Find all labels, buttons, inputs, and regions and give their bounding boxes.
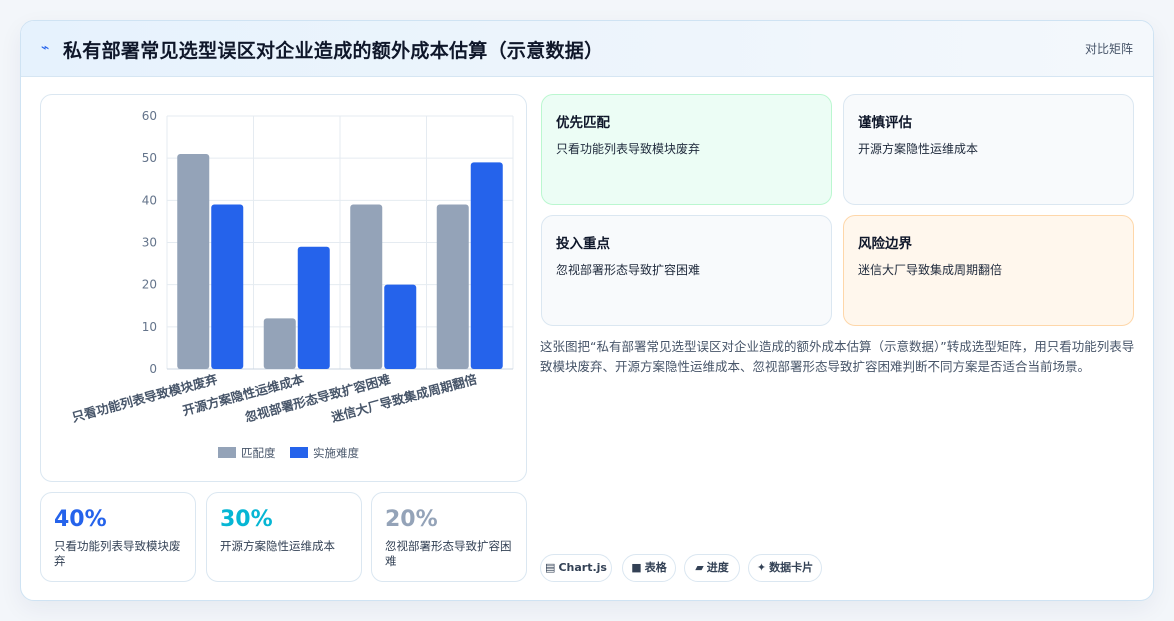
bar-chart: 0 10 20 30 40 50 60 只看功能列表导致模块废弃 开源方案隐性运维成本 忽视部署形…: [40, 94, 527, 482]
pill-chartjs[interactable]: ▤ Chart.js: [540, 554, 612, 582]
sparkle-icon: ✦: [756, 561, 767, 574]
legend-label: 实施难度: [313, 446, 359, 460]
stat-card-2: 30% 开源方案隐性运维成本: [206, 492, 362, 582]
stat-value: 20%: [385, 507, 438, 532]
stat-value: 30%: [220, 507, 273, 532]
quadrant-desc: 开源方案隐性运维成本: [858, 142, 979, 156]
quadrant-priority-match: 优先匹配 只看功能列表导致模块废弃: [541, 94, 832, 205]
bar: [436, 204, 469, 369]
y-tick-label: 0: [149, 362, 157, 376]
quadrant-desc: 迷信大厂导致集成周期翻倍: [858, 263, 1003, 277]
x-tick-label: 只看功能列表导致模块废弃: [70, 371, 219, 424]
stat-label: 只看功能列表导致模块废弃: [54, 539, 181, 568]
page-title: 私有部署常见选型误区对企业造成的额外成本估算（示意数据）: [63, 40, 604, 62]
stat-label: 开源方案隐性运维成本: [220, 539, 335, 553]
pill-data-card[interactable]: ✦ 数据卡片: [748, 554, 822, 582]
pill-label: 表格: [644, 561, 667, 574]
bar: [470, 162, 503, 369]
quadrant-title: 优先匹配: [556, 115, 610, 131]
header-tag: 对比矩阵: [1084, 42, 1133, 56]
pill-label: Chart.js: [558, 561, 607, 574]
matrix-card: ⌁ 私有部署常见选型误区对企业造成的额外成本估算（示意数据） 对比矩阵 0 10 2…: [20, 20, 1154, 601]
card-header: ⌁ 私有部署常见选型误区对企业造成的额外成本估算（示意数据） 对比矩阵: [21, 21, 1153, 77]
bar: [384, 284, 417, 369]
quadrant-desc: 忽视部署形态导致扩容困难: [556, 263, 701, 277]
x-tick-label: 忽视部署形态导致扩容困难: [243, 371, 392, 424]
stat-card-1: 40% 只看功能列表导致模块废弃: [40, 492, 196, 582]
legend-label: 匹配度: [241, 446, 276, 460]
stat-value: 40%: [54, 507, 107, 532]
quadrant-careful-eval: 谨慎评估 开源方案隐性运维成本: [843, 94, 1134, 205]
quadrant-title: 投入重点: [556, 236, 610, 252]
bar: [350, 204, 383, 369]
y-tick-label: 50: [142, 151, 157, 165]
stat-card-3: 20% 忽视部署形态导致扩容困难: [371, 492, 527, 582]
chart-icon: ▤: [545, 561, 556, 574]
lightning-icon: ⌁: [41, 40, 50, 56]
stat-label: 忽视部署形态导致扩容困难: [385, 539, 512, 568]
bar: [297, 246, 330, 369]
bar: [263, 318, 296, 369]
pill-table[interactable]: ■ 表格: [622, 554, 676, 582]
quadrant-risk-boundary: 风险边界 迷信大厂导致集成周期翻倍: [843, 215, 1134, 326]
legend-swatch: [218, 447, 236, 458]
quadrant-desc: 只看功能列表导致模块废弃: [556, 142, 701, 156]
pill-label: 进度: [706, 561, 729, 574]
legend-swatch: [290, 447, 308, 458]
x-tick-label: 迷信大厂导致集成周期翻倍: [329, 371, 479, 425]
y-tick-label: 30: [142, 236, 157, 250]
progress-icon: ▰: [695, 561, 704, 574]
pill-progress[interactable]: ▰ 进度: [684, 554, 740, 582]
y-tick-label: 60: [142, 109, 157, 123]
bar: [211, 204, 244, 369]
bar-chart-svg: 0102030405060只看功能列表导致模块废弃开源方案隐性运维成本忽视部署形…: [70, 109, 514, 460]
pill-label: 数据卡片: [769, 561, 814, 574]
y-tick-label: 40: [142, 193, 157, 207]
quadrant-investment-focus: 投入重点 忽视部署形态导致扩容困难: [541, 215, 832, 326]
matrix-description: 这张图把“私有部署常见选型误区对企业造成的额外成本估算（示意数据）”转成选型矩阵…: [540, 339, 1135, 374]
y-tick-label: 10: [142, 320, 157, 334]
table-icon: ■: [631, 561, 642, 574]
y-tick-label: 20: [142, 278, 157, 292]
bar: [177, 153, 210, 369]
quadrant-title: 风险边界: [858, 236, 912, 252]
quadrant-title: 谨慎评估: [858, 115, 912, 131]
